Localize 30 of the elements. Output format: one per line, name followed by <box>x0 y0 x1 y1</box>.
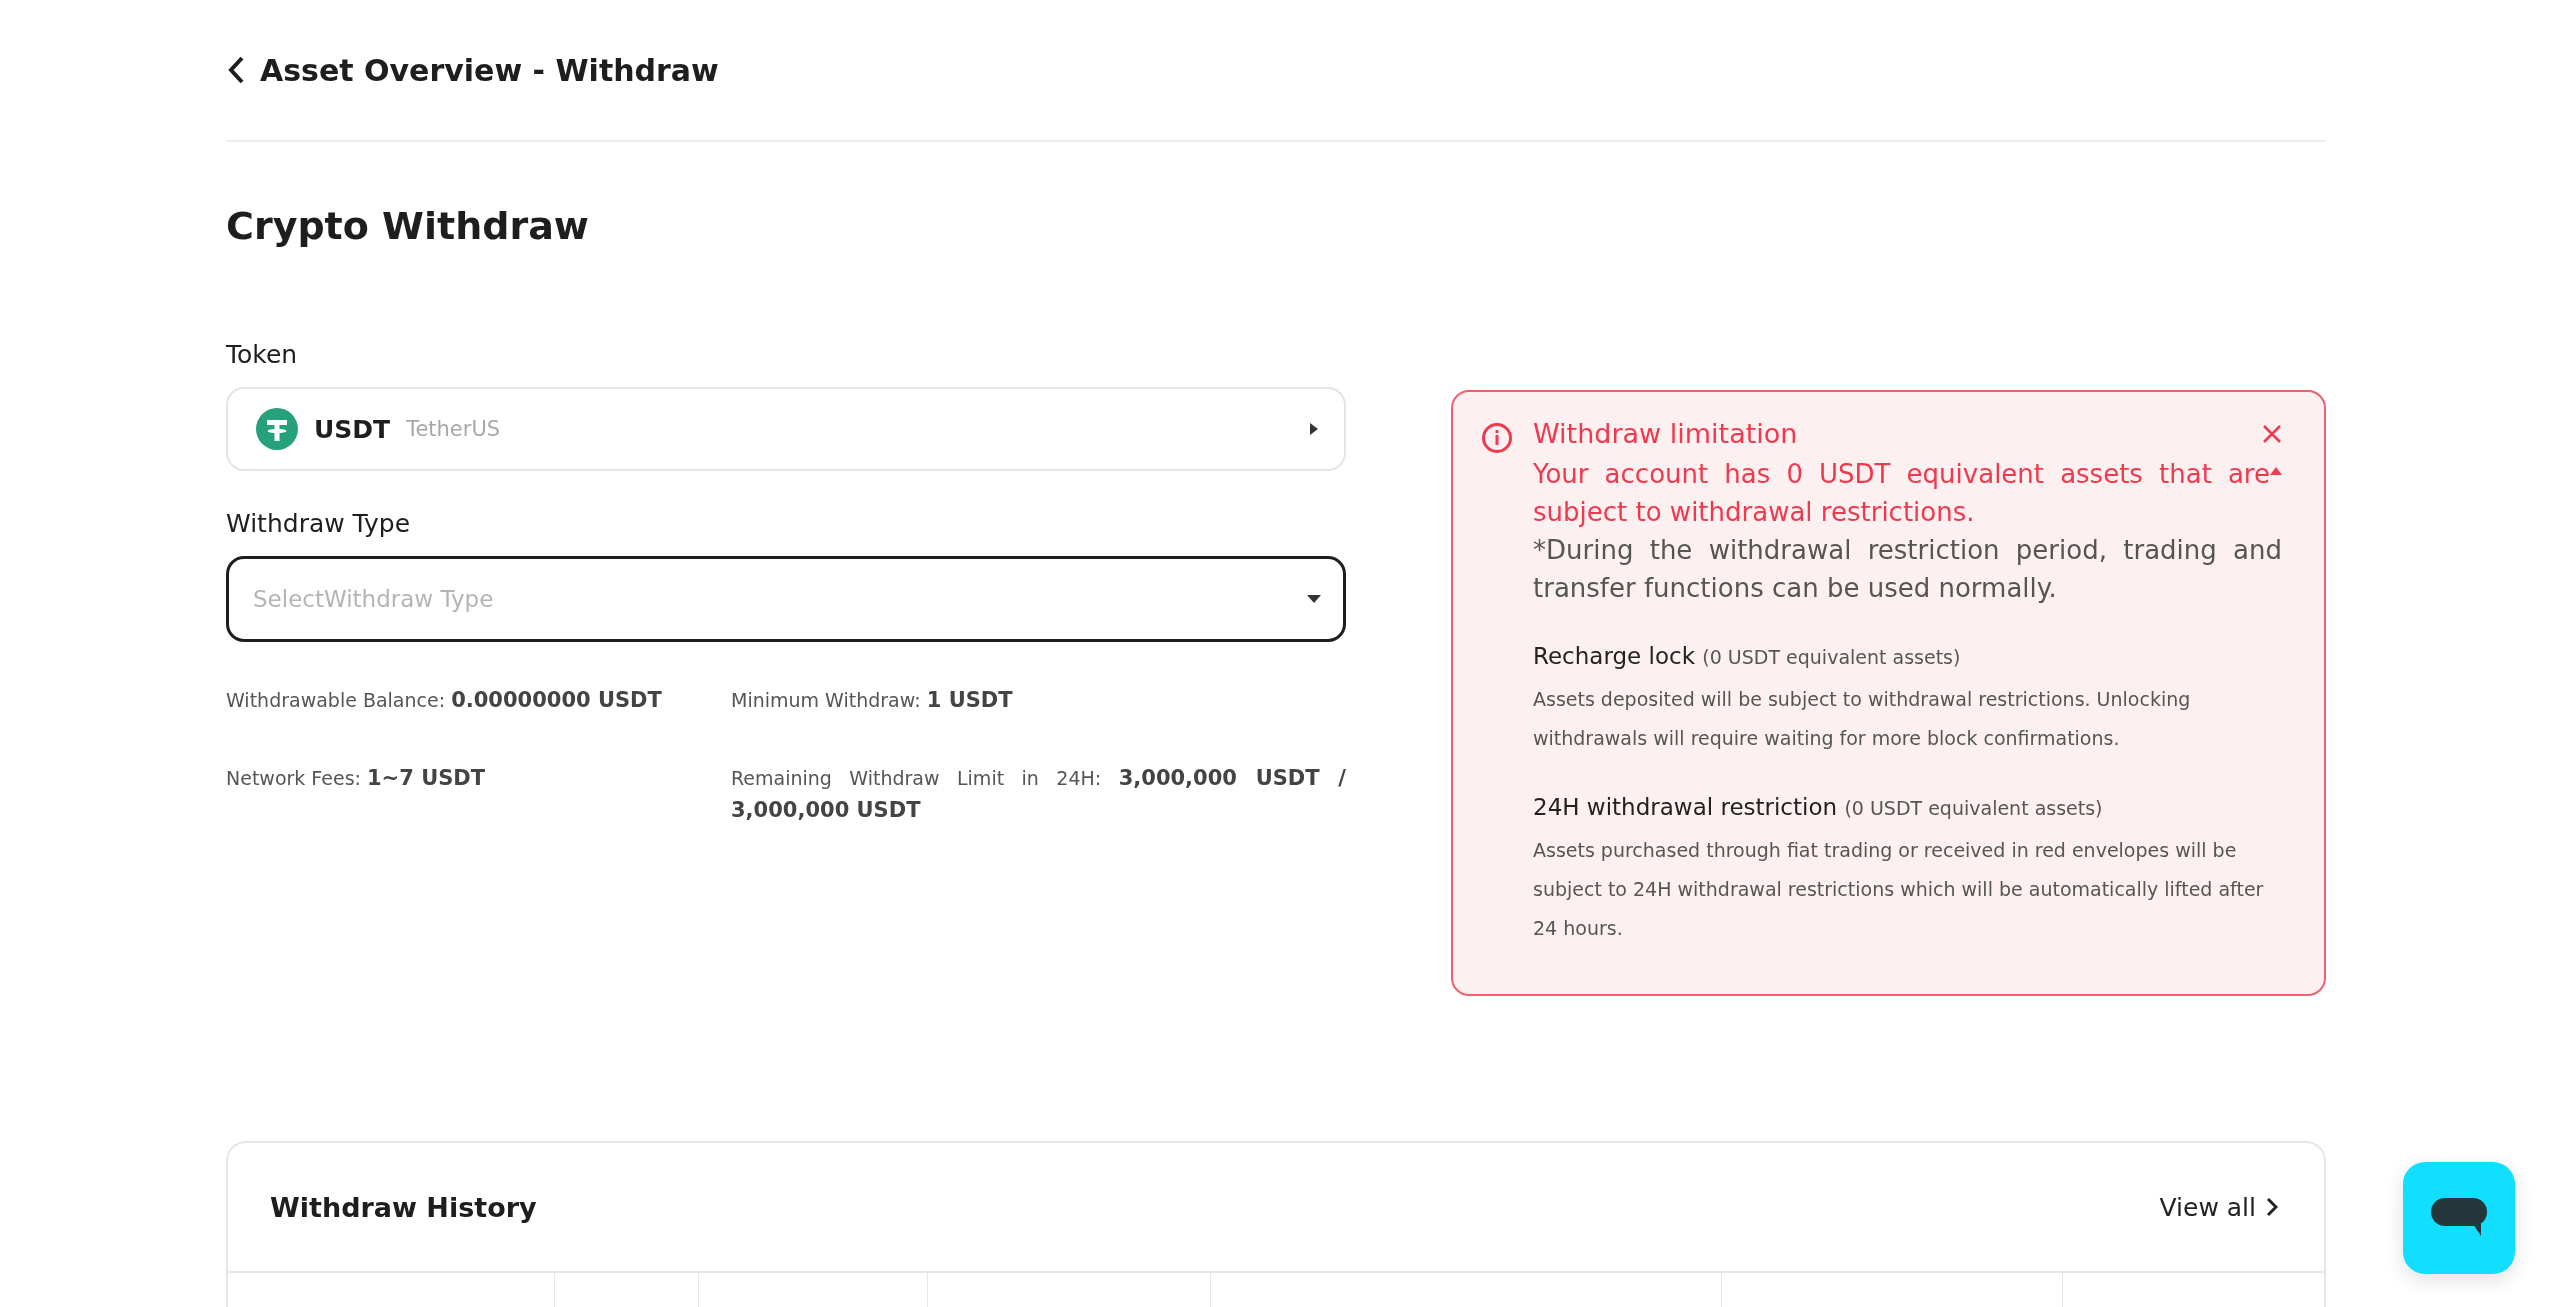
chevron-right-icon <box>2266 1197 2278 1217</box>
info-text: Network Fees: 1~7 USDT <box>226 765 487 792</box>
field-label: Withdraw Type <box>226 509 411 538</box>
coin-icon <box>256 408 298 450</box>
back-icon[interactable] <box>226 54 246 86</box>
restriction-description: Assets purchased through fiat trading or received in red envelopes will be subject to 24H withdrawal restrictions which will be automatically lifted after 24 hours. <box>1533 838 2265 941</box>
token-name: TetherUS <box>406 417 502 441</box>
info-text: Minimum Withdraw: 1 USDT <box>731 687 1014 714</box>
view-all-link[interactable]: View all <box>2159 1192 2278 1222</box>
token-selector[interactable]: USDT TetherUS <box>226 387 1346 471</box>
caret-up-icon[interactable] <box>2270 467 2282 475</box>
page-header-title: Asset Overview - Withdraw <box>260 52 719 88</box>
restriction-title: Recharge lock (0 USDT equivalent assets) <box>1533 642 1962 671</box>
token-symbol: USDT <box>314 414 391 444</box>
page-title: Crypto Withdraw <box>226 203 590 250</box>
alert-note: *During the withdrawal restriction period, trading and transfer functions can be used normally. <box>1533 534 2282 605</box>
withdraw-type-select[interactable]: SelectWithdraw Type <box>226 556 1346 642</box>
info-icon <box>1481 422 1513 454</box>
alert-message: Your account has 0 USDT equivalent assets that are subject to withdrawal restrictions. <box>1533 458 2270 529</box>
field-label: Token <box>226 340 298 369</box>
caret-down-icon <box>1306 594 1322 604</box>
restriction-description: Assets deposited will be subject to withdrawal restrictions. Unlocking withdrawals will require waiting for more block confirmations. <box>1533 687 2192 751</box>
alert-title: Withdraw limitation <box>1533 418 1798 449</box>
history-title: Withdraw History <box>270 1191 537 1223</box>
info-text: Withdrawable Balance: 0.00000000 USDT <box>226 687 663 714</box>
info-text: Remaining Withdraw Limit in 24H: 3,000,000 USDT / 3,000,000 USDT <box>731 765 1346 824</box>
restriction-title: 24H withdrawal restriction (0 USDT equivalent assets) <box>1533 793 2104 822</box>
close-button[interactable] <box>2262 423 2282 444</box>
caret-right-icon <box>1308 422 1320 436</box>
chat-button[interactable] <box>2403 1162 2515 1274</box>
